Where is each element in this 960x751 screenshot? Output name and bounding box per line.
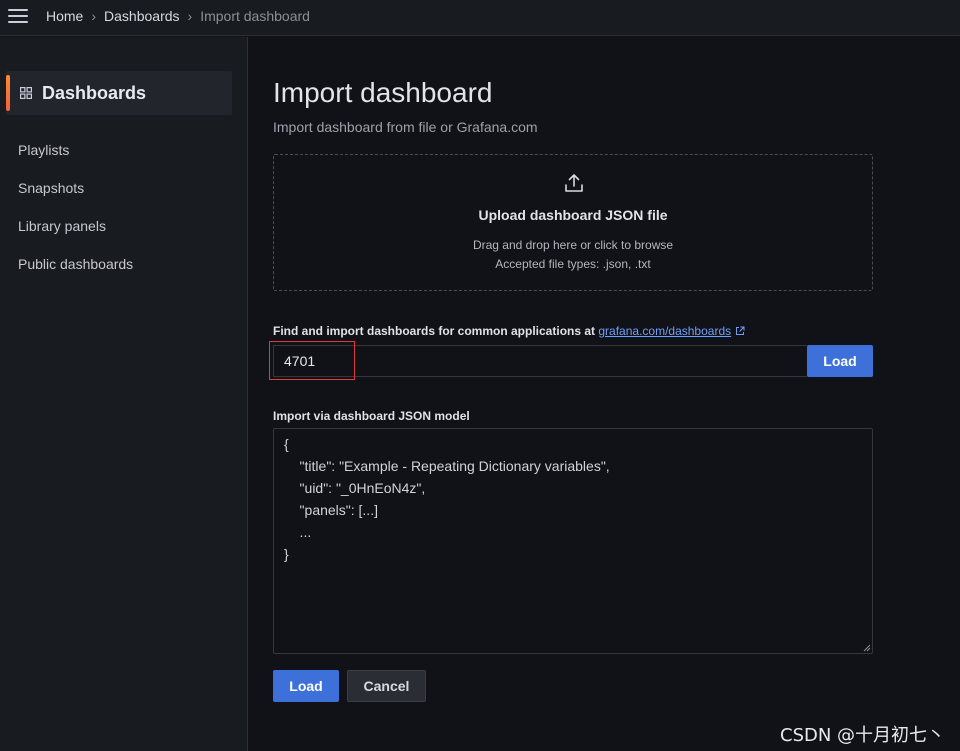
page-title: Import dashboard <box>273 77 493 108</box>
chevron-right-icon: › <box>91 8 97 24</box>
load-button[interactable]: Load <box>273 670 339 702</box>
resize-handle-icon[interactable] <box>863 644 871 652</box>
upload-accepted-types: Accepted file types: .json, .txt <box>495 257 651 271</box>
sidebar-section-title: Dashboards <box>42 83 147 103</box>
json-model-label: Import via dashboard JSON model <box>273 409 470 423</box>
sidebar-item-dashboards[interactable]: Dashboards <box>6 71 232 115</box>
external-link-icon[interactable] <box>735 326 745 336</box>
top-bar: Home › Dashboards › Import dashboard <box>0 0 960 36</box>
upload-title: Upload dashboard JSON file <box>478 207 668 223</box>
sidebar-item-snapshots[interactable]: Snapshots <box>18 180 84 196</box>
main-content: Import dashboard Import dashboard from f… <box>249 37 960 751</box>
breadcrumb-home[interactable]: Home <box>46 8 83 24</box>
grafana-com-label: Find and import dashboards for common ap… <box>273 324 745 338</box>
grafana-com-label-text: Find and import dashboards for common ap… <box>273 324 596 338</box>
chevron-right-icon: › <box>187 8 193 24</box>
upload-icon <box>565 174 583 192</box>
sidebar: Dashboards Playlists Snapshots Library p… <box>0 37 248 751</box>
grafana-com-load-button[interactable]: Load <box>807 345 873 377</box>
json-model-textarea[interactable]: { "title": "Example - Repeating Dictiona… <box>273 428 873 654</box>
sidebar-item-library-panels[interactable]: Library panels <box>18 218 106 234</box>
menu-icon[interactable] <box>8 8 28 24</box>
cancel-button[interactable]: Cancel <box>347 670 426 702</box>
apps-grid-icon <box>20 87 32 99</box>
breadcrumb: Home › Dashboards › Import dashboard <box>46 7 310 25</box>
grafana-com-link[interactable]: grafana.com/dashboards <box>598 324 731 338</box>
sidebar-item-playlists[interactable]: Playlists <box>18 142 69 158</box>
upload-dropzone[interactable]: Upload dashboard JSON file Drag and drop… <box>273 154 873 291</box>
grafana-com-dashboard-id-input[interactable] <box>273 345 807 377</box>
page-subtitle: Import dashboard from file or Grafana.co… <box>273 119 538 135</box>
breadcrumb-import-dashboard: Import dashboard <box>200 8 310 24</box>
active-indicator <box>6 75 10 111</box>
sidebar-item-public-dashboards[interactable]: Public dashboards <box>18 256 133 272</box>
watermark: CSDN @十月初七丶 <box>780 725 946 746</box>
upload-hint: Drag and drop here or click to browse <box>472 238 674 252</box>
breadcrumb-dashboards[interactable]: Dashboards <box>104 8 180 24</box>
